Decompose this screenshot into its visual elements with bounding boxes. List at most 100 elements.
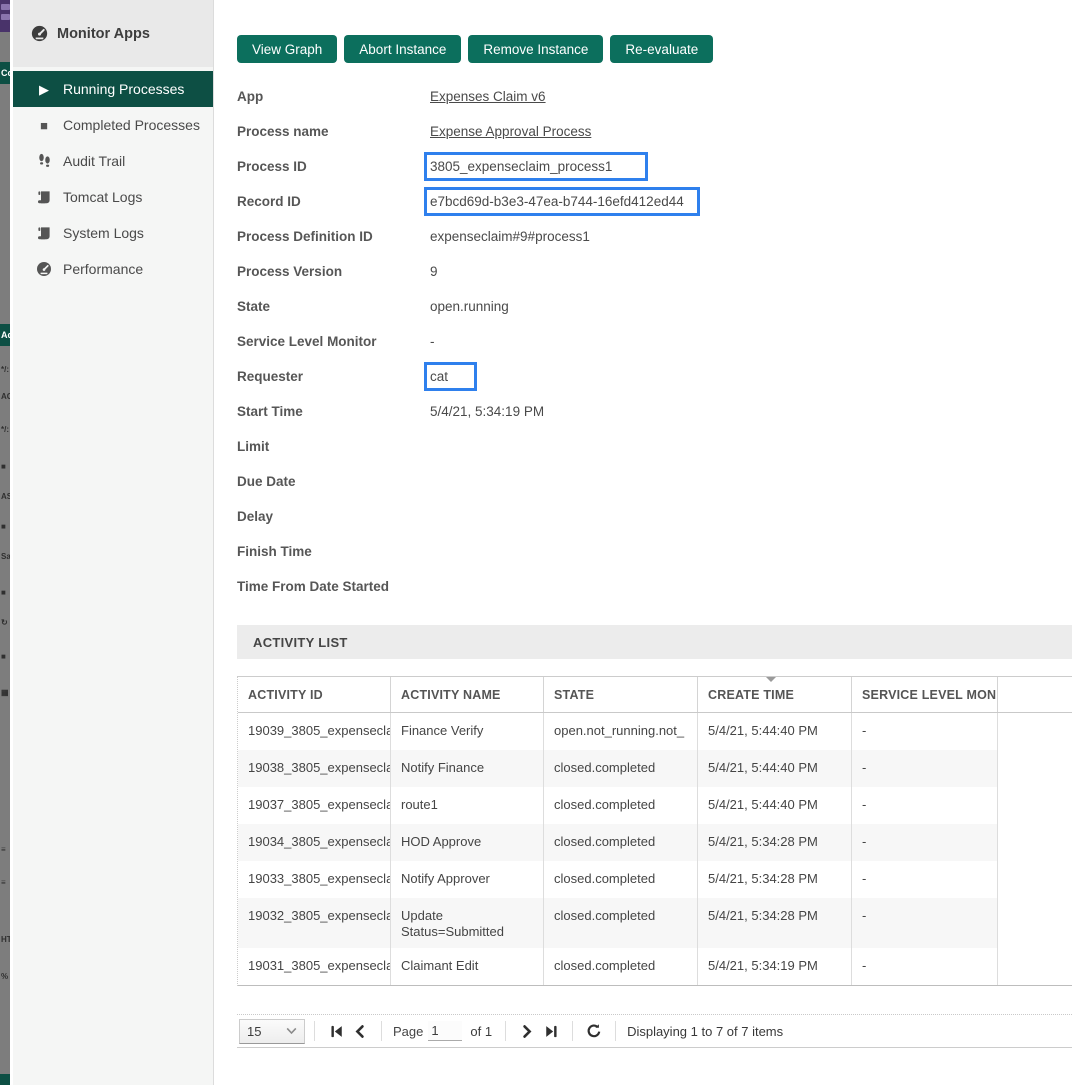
refresh-icon[interactable] — [583, 1020, 605, 1042]
table-row[interactable]: 19038_3805_expenseclaim Notify Finance c… — [238, 750, 1072, 787]
cell-create-time: 5/4/21, 5:34:19 PM — [698, 948, 852, 985]
process-detail-panel: View Graph Abort Instance Remove Instanc… — [213, 0, 1072, 1085]
cell-state: closed.completed — [544, 750, 698, 787]
cell-activity-name: Notify Approver — [391, 861, 544, 898]
sidebar-item-label: Audit Trail — [63, 153, 125, 169]
field-label: Process Version — [237, 264, 430, 279]
detail-row: State open.running — [237, 289, 1072, 324]
process-id-value: 3805_expenseclaim_process1 — [430, 159, 612, 174]
cell-state: closed.completed — [544, 861, 698, 898]
cell-state: closed.completed — [544, 898, 698, 948]
table-row[interactable]: 19034_3805_expenseclaim HOD Approve clos… — [238, 824, 1072, 861]
field-label: Service Level Monitor — [237, 334, 430, 349]
field-label: Finish Time — [237, 544, 430, 559]
sort-indicator-icon — [766, 677, 776, 682]
pager-status-text: Displaying 1 to 7 of 7 items — [627, 1024, 783, 1039]
field-label: Requester — [237, 369, 430, 384]
cell-activity-id: 19039_3805_expenseclaim — [238, 713, 391, 750]
clipped-icon-fragment: ≡ — [1, 878, 10, 888]
column-header-state[interactable]: STATE — [544, 677, 698, 712]
field-label: Process Definition ID — [237, 229, 430, 244]
detail-row: App Expenses Claim v6 — [237, 79, 1072, 114]
previous-page-button[interactable] — [349, 1020, 371, 1042]
last-page-button[interactable] — [540, 1020, 562, 1042]
clipped-icon-fragment: ▦ — [1, 688, 10, 698]
page-size-select[interactable]: 15 — [239, 1019, 305, 1044]
gauge-icon — [31, 25, 48, 42]
sidebar-item-tomcat-logs[interactable]: Tomcat Logs — [13, 179, 213, 215]
activity-table-body: 19039_3805_expenseclaim Finance Verify o… — [238, 713, 1072, 986]
detail-row: Process ID 3805_expenseclaim_process1 — [237, 149, 1072, 184]
field-label: Delay — [237, 509, 430, 524]
cell-state: closed.completed — [544, 787, 698, 824]
requester-value: cat — [430, 369, 448, 384]
cell-service-level: - — [852, 824, 998, 861]
cell-filler — [998, 824, 1072, 861]
clipped-menu-fragment — [0, 1074, 10, 1085]
re-evaluate-button[interactable]: Re-evaluate — [610, 35, 713, 63]
table-row[interactable]: 19031_3805_expenseclaim Claimant Edit cl… — [238, 948, 1072, 985]
column-header-activity-id[interactable]: ACTIVITY ID — [238, 677, 391, 712]
cell-filler — [998, 750, 1072, 787]
sidebar-item-audit-trail[interactable]: Audit Trail — [13, 143, 213, 179]
page-number-input[interactable] — [428, 1021, 462, 1041]
detail-row: Due Date — [237, 464, 1072, 499]
table-row[interactable]: 19033_3805_expenseclaim Notify Approver … — [238, 861, 1072, 898]
column-header-create-time[interactable]: CREATE TIME — [698, 677, 852, 712]
remove-instance-button[interactable]: Remove Instance — [468, 35, 603, 63]
detail-row: Record ID e7bcd69d-b3e3-47ea-b744-16efd4… — [237, 184, 1072, 219]
cell-activity-id: 19031_3805_expenseclaim — [238, 948, 391, 985]
footprints-icon — [35, 153, 53, 169]
sidebar-item-running-processes[interactable]: ▶ Running Processes — [13, 71, 213, 107]
app-link[interactable]: Expenses Claim v6 — [430, 89, 546, 104]
sidebar-item-label: Completed Processes — [63, 117, 200, 133]
process-version-value: 9 — [430, 264, 438, 279]
header-filler — [998, 677, 1072, 712]
cell-activity-id: 19038_3805_expenseclaim — [238, 750, 391, 787]
cell-filler — [998, 948, 1072, 985]
activity-list-title-bar: ACTIVITY LIST — [237, 625, 1072, 659]
first-page-button[interactable] — [325, 1020, 347, 1042]
cell-service-level: - — [852, 861, 998, 898]
process-name-link[interactable]: Expense Approval Process — [430, 124, 591, 139]
field-label: Limit — [237, 439, 430, 454]
clipped-icon-fragment: ■ — [1, 522, 10, 532]
gauge-icon — [35, 261, 53, 277]
clipped-icon-fragment: % — [1, 972, 10, 982]
cell-filler — [998, 861, 1072, 898]
table-row[interactable]: 19037_3805_expenseclaim route1 closed.co… — [238, 787, 1072, 824]
column-header-activity-name[interactable]: ACTIVITY NAME — [391, 677, 544, 712]
monitor-apps-sidebar: Monitor Apps ▶ Running Processes ■ Compl… — [13, 0, 213, 1085]
detail-row: Limit — [237, 429, 1072, 464]
clipped-icon-fragment: ↻ — [1, 618, 10, 628]
sidebar-item-system-logs[interactable]: System Logs — [13, 215, 213, 251]
cell-create-time: 5/4/21, 5:34:28 PM — [698, 898, 852, 948]
clipped-icon-fragment: ■ — [1, 462, 10, 472]
field-label: State — [237, 299, 430, 314]
sidebar-title: Monitor Apps — [57, 26, 150, 42]
sidebar-item-performance[interactable]: Performance — [13, 251, 213, 287]
cell-create-time: 5/4/21, 5:34:28 PM — [698, 824, 852, 861]
cell-activity-name: Finance Verify — [391, 713, 544, 750]
field-label: Process name — [237, 124, 430, 139]
detail-row: Requester cat — [237, 359, 1072, 394]
table-row[interactable]: 19039_3805_expenseclaim Finance Verify o… — [238, 713, 1072, 750]
sidebar-item-completed-processes[interactable]: ■ Completed Processes — [13, 107, 213, 143]
process-actions-toolbar: View Graph Abort Instance Remove Instanc… — [237, 35, 1072, 63]
view-graph-button[interactable]: View Graph — [237, 35, 337, 63]
cell-state: closed.completed — [544, 824, 698, 861]
cell-service-level: - — [852, 948, 998, 985]
column-header-service-level-monitor[interactable]: SERVICE LEVEL MONITOR — [852, 677, 998, 712]
field-label: App — [237, 89, 430, 104]
record-id-value: e7bcd69d-b3e3-47ea-b744-16efd412ed44 — [430, 194, 684, 209]
table-row[interactable]: 19032_3805_expenseclaim Update Status=Su… — [238, 898, 1072, 948]
page-count-label: of 1 — [470, 1024, 492, 1039]
table-pager: 15 Page of 1 Displaying 1 to 7 of 7 item… — [237, 1014, 1072, 1048]
clipped-menu-fragment: Ac — [0, 324, 10, 346]
state-value: open.running — [430, 299, 509, 314]
next-page-button[interactable] — [516, 1020, 538, 1042]
cell-create-time: 5/4/21, 5:34:28 PM — [698, 861, 852, 898]
abort-instance-button[interactable]: Abort Instance — [344, 35, 461, 63]
log-scroll-icon — [35, 189, 53, 205]
log-scroll-icon — [35, 225, 53, 241]
